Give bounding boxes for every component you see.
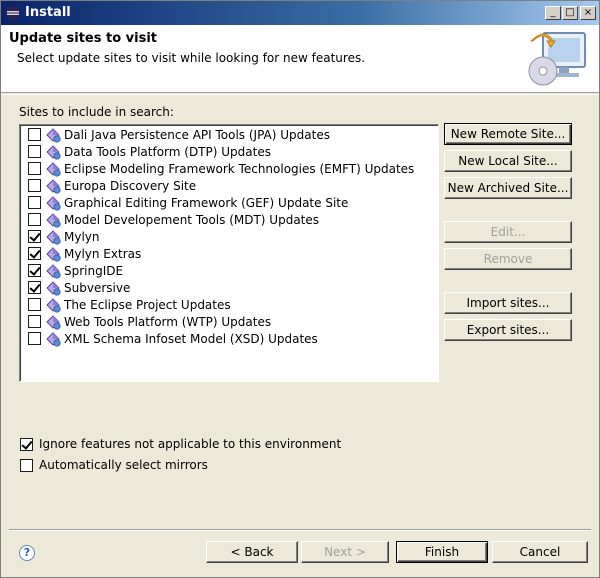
close-button[interactable]: × — [580, 6, 596, 20]
update-site-icon — [46, 161, 61, 177]
site-checkbox[interactable] — [28, 281, 41, 294]
new-local-site-button[interactable]: New Local Site... — [444, 150, 572, 172]
import-sites-button[interactable]: Import sites... — [444, 292, 572, 314]
eclipse-icon — [6, 6, 20, 20]
install-dialog: Install _ □ × Update sites to visit Sele… — [0, 0, 600, 578]
update-site-icon — [46, 263, 61, 279]
site-checkbox[interactable] — [28, 196, 41, 209]
site-label: Europa Discovery Site — [64, 178, 197, 193]
site-checkbox[interactable] — [28, 128, 41, 141]
remove-button[interactable]: Remove — [444, 248, 572, 270]
update-site-icon — [46, 280, 61, 296]
update-site-icon — [46, 331, 61, 347]
update-site-icon — [46, 297, 61, 313]
site-row[interactable]: XML Schema Infoset Model (XSD) Updates — [28, 330, 318, 347]
site-checkbox[interactable] — [28, 264, 41, 277]
window-title: Install — [25, 5, 71, 20]
footer-separator — [9, 529, 591, 531]
site-label: The Eclipse Project Updates — [64, 297, 231, 312]
site-label: Web Tools Platform (WTP) Updates — [64, 314, 272, 329]
site-checkbox[interactable] — [28, 298, 41, 311]
site-row[interactable]: Mylyn Extras — [28, 245, 141, 262]
site-label: Model Developement Tools (MDT) Updates — [64, 212, 320, 227]
site-row[interactable]: Europa Discovery Site — [28, 177, 196, 194]
site-label: Graphical Editing Framework (GEF) Update… — [64, 195, 349, 210]
update-site-icon — [46, 127, 61, 143]
site-label: Subversive — [64, 280, 131, 295]
install-banner-icon — [528, 32, 586, 86]
finish-button[interactable]: Finish — [396, 541, 488, 563]
new-remote-site-button[interactable]: New Remote Site... — [444, 123, 572, 145]
edit-button[interactable]: Edit... — [444, 221, 572, 243]
auto-mirrors-option[interactable]: Automatically select mirrors — [20, 458, 208, 472]
update-site-icon — [46, 212, 61, 228]
update-site-icon — [46, 178, 61, 194]
title-bar[interactable]: Install _ □ × — [1, 1, 599, 25]
next-button[interactable]: Next > — [301, 541, 389, 563]
update-site-icon — [46, 314, 61, 330]
site-row[interactable]: Mylyn — [28, 228, 100, 245]
page-title: Update sites to visit — [9, 31, 157, 46]
maximize-button[interactable]: □ — [562, 6, 578, 20]
site-row[interactable]: Eclipse Modeling Framework Technologies … — [28, 160, 414, 177]
site-label: Mylyn — [64, 229, 100, 244]
wizard-header: Update sites to visit Select update site… — [1, 25, 599, 93]
site-row[interactable]: The Eclipse Project Updates — [28, 296, 231, 313]
update-site-icon — [46, 229, 61, 245]
ignore-features-label: Ignore features not applicable to this e… — [39, 437, 342, 451]
sites-list[interactable]: Dali Java Persistence API Tools (JPA) Up… — [19, 124, 439, 382]
new-archived-site-button[interactable]: New Archived Site... — [444, 177, 572, 199]
help-icon[interactable]: ? — [19, 545, 35, 561]
site-checkbox[interactable] — [28, 230, 41, 243]
site-checkbox[interactable] — [28, 179, 41, 192]
ignore-features-option[interactable]: Ignore features not applicable to this e… — [20, 437, 341, 451]
site-label: Dali Java Persistence API Tools (JPA) Up… — [64, 127, 330, 142]
minimize-button[interactable]: _ — [545, 6, 561, 20]
site-checkbox[interactable] — [28, 315, 41, 328]
site-row[interactable]: SpringIDE — [28, 262, 123, 279]
cancel-button[interactable]: Cancel — [492, 541, 588, 563]
site-label: SpringIDE — [64, 263, 124, 278]
site-row[interactable]: Subversive — [28, 279, 130, 296]
site-checkbox[interactable] — [28, 247, 41, 260]
site-checkbox[interactable] — [28, 332, 41, 345]
site-checkbox[interactable] — [28, 145, 41, 158]
site-label: XML Schema Infoset Model (XSD) Updates — [64, 331, 318, 346]
auto-mirrors-checkbox[interactable] — [20, 458, 33, 472]
page-description: Select update sites to visit while looki… — [17, 51, 366, 65]
ignore-features-checkbox[interactable] — [20, 437, 33, 451]
site-row[interactable]: Model Developement Tools (MDT) Updates — [28, 211, 319, 228]
header-separator — [1, 94, 599, 95]
site-row[interactable]: Data Tools Platform (DTP) Updates — [28, 143, 271, 160]
site-row[interactable]: Graphical Editing Framework (GEF) Update… — [28, 194, 348, 211]
site-label: Mylyn Extras — [64, 246, 142, 261]
update-site-icon — [46, 144, 61, 160]
update-site-icon — [46, 195, 61, 211]
sites-list-label: Sites to include in search: — [19, 105, 174, 119]
site-row[interactable]: Dali Java Persistence API Tools (JPA) Up… — [28, 126, 330, 143]
site-label: Eclipse Modeling Framework Technologies … — [64, 161, 415, 176]
site-checkbox[interactable] — [28, 213, 41, 226]
site-row[interactable]: Web Tools Platform (WTP) Updates — [28, 313, 271, 330]
back-button[interactable]: < Back — [206, 541, 298, 563]
update-site-icon — [46, 246, 61, 262]
export-sites-button[interactable]: Export sites... — [444, 319, 572, 341]
auto-mirrors-label: Automatically select mirrors — [39, 458, 208, 472]
site-label: Data Tools Platform (DTP) Updates — [64, 144, 271, 159]
site-checkbox[interactable] — [28, 162, 41, 175]
